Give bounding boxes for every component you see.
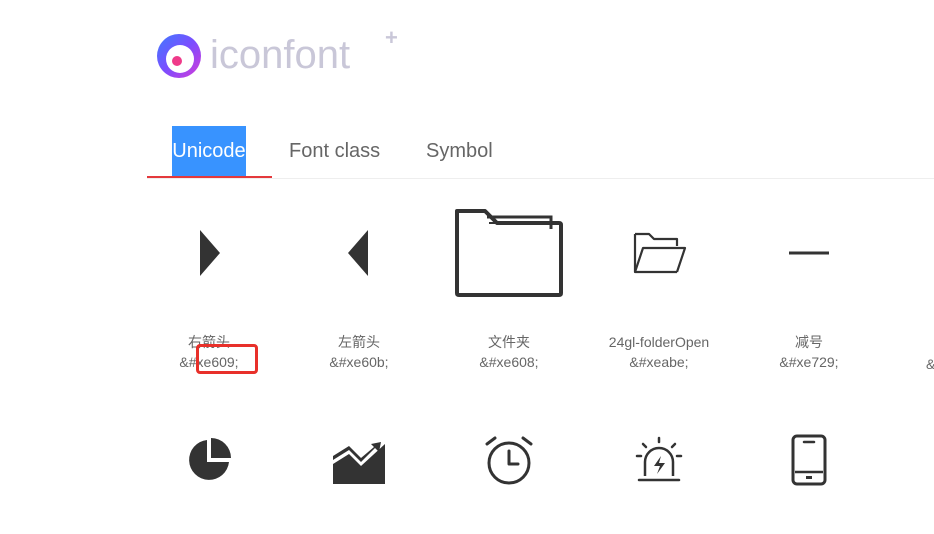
- iconfont-logo[interactable]: iconfont +: [156, 25, 398, 79]
- tab-unicode-label: Unicode: [172, 126, 246, 176]
- highlight-box: [196, 344, 258, 374]
- icon-preview: [284, 418, 434, 502]
- alarm-light-icon: [635, 436, 683, 482]
- icon-code: &#xe60b;: [329, 354, 389, 370]
- tab-font-class-label: Font class: [289, 140, 381, 162]
- icon-preview: [134, 418, 284, 502]
- tab-font-class[interactable]: Font class: [289, 126, 380, 176]
- tab-unicode[interactable]: Unicode: [147, 126, 272, 178]
- icon-code-partial: &: [926, 354, 934, 374]
- icon-preview: [134, 198, 284, 308]
- icon-preview: [434, 198, 584, 308]
- pie-chart-icon: [189, 438, 231, 480]
- icon-cell[interactable]: 24gl-folderOpen &#xeabe;: [584, 198, 734, 372]
- minus-icon: [789, 251, 829, 255]
- icon-cell[interactable]: [734, 418, 884, 502]
- icon-name: 减号: [795, 334, 823, 350]
- tab-symbol[interactable]: Symbol: [426, 126, 493, 176]
- triangle-right-icon: [200, 230, 220, 276]
- logo-plus: +: [385, 25, 398, 50]
- icon-preview: [734, 198, 884, 308]
- icon-code: &#xe729;: [779, 354, 839, 370]
- triangle-left-icon: [348, 230, 368, 276]
- icon-name: 文件夹: [488, 334, 530, 350]
- icon-preview: [434, 418, 584, 502]
- icon-name: 24gl-folderOpen: [608, 334, 710, 350]
- logo-text: iconfont: [210, 33, 351, 77]
- icon-cell[interactable]: [584, 418, 734, 502]
- folder-icon: [455, 209, 563, 297]
- page: iconfont + Unicode Font class Symbol 右箭头…: [0, 0, 934, 534]
- mobile-phone-icon: [791, 434, 827, 486]
- icon-preview: [284, 198, 434, 308]
- icon-cell[interactable]: [284, 418, 434, 502]
- icon-cell[interactable]: [134, 418, 284, 502]
- icon-cell[interactable]: [434, 418, 584, 502]
- icon-preview: [734, 418, 884, 502]
- tab-symbol-label: Symbol: [426, 140, 493, 162]
- icon-cell[interactable]: 左箭头 &#xe60b;: [284, 198, 434, 372]
- iconfont-logo-mark-icon: [157, 34, 201, 78]
- icon-code: &#xe608;: [479, 354, 539, 370]
- trend-chart-icon: [333, 442, 385, 484]
- icon-cell[interactable]: 减号 &#xe729;: [734, 198, 884, 372]
- icon-preview: [584, 418, 734, 502]
- icon-code: &#xeabe;: [629, 354, 689, 370]
- folder-open-icon: [633, 232, 687, 274]
- alarm-clock-icon: [485, 436, 533, 485]
- icon-preview: [584, 198, 734, 308]
- icon-cell[interactable]: 文件夹 &#xe608;: [434, 198, 584, 372]
- tab-bar: Unicode Font class Symbol: [147, 126, 934, 179]
- icon-name: 左箭头: [338, 334, 380, 350]
